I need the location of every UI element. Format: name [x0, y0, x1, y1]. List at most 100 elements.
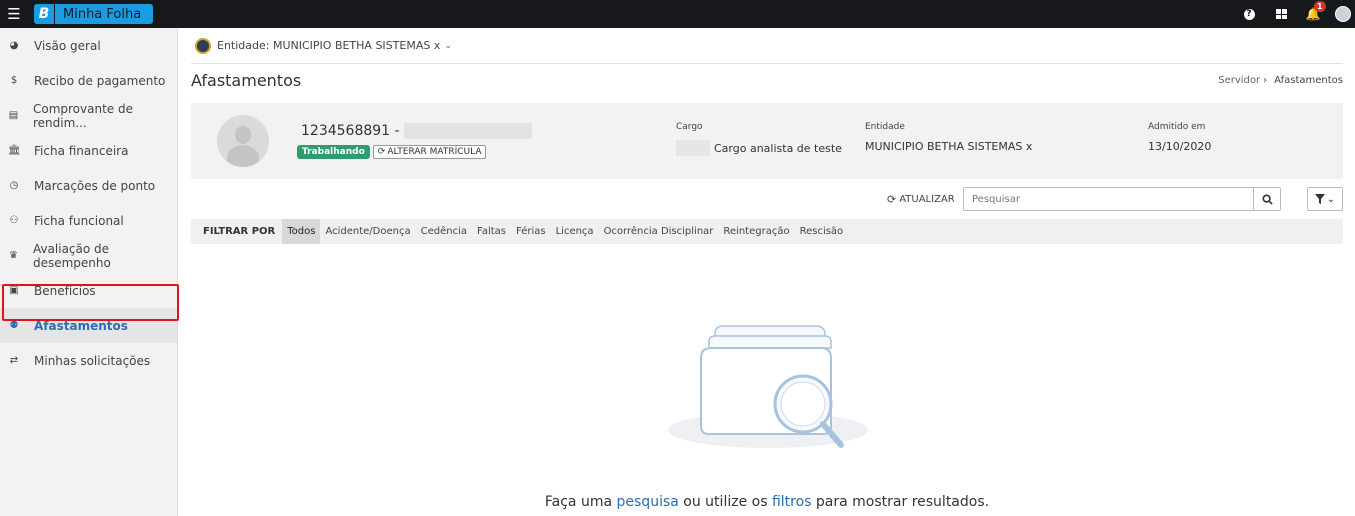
sidebar-item-label: Visão geral — [34, 38, 101, 53]
user-times-icon: ⚉ — [9, 320, 19, 331]
sidebar-item[interactable]: ▤ Comprovante de rendim... — [0, 98, 177, 133]
sidebar-item[interactable]: $ Recibo de pagamento — [0, 63, 177, 98]
servant-card: 1234568891 - Trabalhando ⟳ ALTERAR MATRÍ… — [191, 103, 1343, 179]
main-content: Entidade: MUNICIPIO BETHA SISTEMAS x ⌄ A… — [191, 28, 1343, 244]
notifications-button[interactable]: 🔔 1 — [1297, 0, 1329, 28]
servant-registration: 1234568891 - — [301, 123, 400, 139]
change-registration-button[interactable]: ⟳ ALTERAR MATRÍCULA — [372, 145, 487, 159]
search-box — [963, 187, 1281, 211]
filter-tabs: Todos Acidente/Doença Cedência Faltas Férias… — [282, 219, 848, 244]
cargo-field: Cargo Cargo analista de teste — [676, 122, 842, 156]
admitido-label: Admitido em — [1148, 122, 1206, 132]
empty-text-part: Faça uma — [544, 494, 613, 510]
app-logo[interactable]: B Minha Folha — [34, 4, 154, 24]
filter-tab[interactable]: Cedência — [416, 219, 472, 244]
filter-tab[interactable]: Férias — [511, 219, 551, 244]
chevron-down-icon: ⌄ — [1326, 193, 1336, 205]
pie-chart-icon: ◕ — [9, 40, 19, 51]
sidebar-item-label: Afastamentos — [34, 318, 128, 333]
breadcrumb-parent[interactable]: Servidor — [1218, 75, 1260, 86]
filter-tab[interactable]: Todos — [282, 219, 321, 244]
sidebar-item[interactable]: ◷ Marcações de ponto — [0, 168, 177, 203]
refresh-icon: ⟳ — [377, 147, 386, 157]
entity-logo — [195, 37, 211, 54]
filter-tab[interactable]: Ocorrência Disciplinar — [599, 219, 719, 244]
brand-letter: B — [34, 4, 54, 24]
refresh-label: ATUALIZAR — [899, 194, 955, 205]
sidebar-item-label: Benefícios — [34, 283, 96, 298]
filter-tab[interactable]: Faltas — [472, 219, 511, 244]
help-button[interactable]: ? — [1233, 0, 1265, 28]
entity-label: Entidade: MUNICIPIO BETHA SISTEMAS x — [217, 39, 441, 52]
document-icon: ▤ — [8, 110, 19, 121]
sidebar: ◕ Visão geral $ Recibo de pagamento ▤ Comprov… — [0, 28, 178, 516]
breadcrumb-current: Afastamentos — [1274, 74, 1343, 86]
topbar-actions: ? 🔔 1 — [1233, 0, 1355, 28]
search-link[interactable]: pesquisa — [617, 494, 679, 510]
redacted-cargo-code — [676, 140, 710, 156]
gift-icon: ▣ — [9, 285, 19, 296]
sidebar-item[interactable]: ♛ Avaliação de desempenho — [0, 238, 177, 273]
menu-icon[interactable]: ☰ — [0, 0, 28, 28]
filters-link[interactable]: filtros — [772, 494, 812, 510]
sidebar-item-label: Minhas solicitações — [34, 353, 151, 368]
status-badge: Trabalhando — [297, 145, 370, 159]
user-icon: ⚇ — [9, 215, 19, 226]
sidebar-menu: ◕ Visão geral $ Recibo de pagamento ▤ Comprov… — [0, 28, 177, 378]
bank-icon: 🏛 — [8, 145, 21, 156]
chevron-down-icon: ⌄ — [444, 40, 452, 51]
refresh-icon: ⟳ — [887, 193, 897, 206]
help-icon: ? — [1243, 8, 1255, 20]
filter-tab[interactable]: Licença — [551, 219, 599, 244]
sidebar-item[interactable]: ⚇ Ficha funcional — [0, 203, 177, 238]
filter-tab[interactable]: Acidente/Doença — [320, 219, 415, 244]
sidebar-item[interactable]: ▣ Benefícios — [0, 273, 177, 308]
user-avatar[interactable] — [1335, 6, 1351, 22]
sidebar-item[interactable]: ⚉ Afastamentos — [0, 308, 177, 343]
servant-id: 1234568891 - — [301, 123, 532, 139]
sidebar-item-label: Ficha financeira — [34, 143, 129, 158]
filter-by-label: FILTRAR POR — [203, 226, 276, 237]
sidebar-item-label: Recibo de pagamento — [34, 73, 166, 88]
cargo-label: Cargo — [676, 122, 703, 132]
empty-folder-search-illustration — [668, 325, 868, 448]
sidebar-item[interactable]: ⇄ Minhas solicitações — [0, 343, 177, 378]
dollar-icon: $ — [10, 75, 18, 86]
apps-grid-icon — [1275, 9, 1287, 19]
empty-text-part: ou utilize os — [683, 494, 768, 510]
trophy-icon: ♛ — [8, 250, 18, 261]
redacted-name — [403, 123, 532, 139]
top-bar: ☰ B Minha Folha ? 🔔 1 — [0, 0, 1355, 28]
filter-bar: FILTRAR POR Todos Acidente/Doença Cedência… — [191, 219, 1343, 244]
entidade-label: Entidade — [865, 122, 905, 132]
cargo-value: Cargo analista de teste — [714, 141, 842, 155]
change-registration-label: ALTERAR MATRÍCULA — [387, 147, 482, 157]
refresh-button[interactable]: ⟳ ATUALIZAR — [887, 193, 955, 206]
search-icon — [1261, 193, 1273, 205]
brand-name: Minha Folha — [55, 4, 154, 24]
entidade-value: MUNICIPIO BETHA SISTEMAS x — [865, 140, 1033, 153]
empty-text-part: para mostrar resultados. — [815, 494, 990, 510]
filter-dropdown-button[interactable]: ⌄ — [1307, 187, 1343, 211]
sidebar-item-label: Comprovante de rendim... — [32, 101, 133, 130]
filter-tab[interactable]: Reintegração — [718, 219, 794, 244]
servant-avatar — [217, 115, 269, 167]
empty-state-message: Faça uma pesquisa ou utilize os filtros … — [191, 494, 1343, 510]
sidebar-item[interactable]: ◕ Visão geral — [0, 28, 177, 63]
admitido-value: 13/10/2020 — [1148, 140, 1212, 153]
admitido-field: Admitido em 13/10/2020 — [1148, 122, 1211, 153]
filter-icon — [1314, 194, 1325, 204]
breadcrumb: Servidor › Afastamentos — [1218, 75, 1343, 86]
notification-badge: 1 — [1314, 1, 1326, 12]
search-input[interactable] — [964, 188, 1253, 210]
sidebar-item-label: Marcações de ponto — [34, 178, 156, 193]
apps-button[interactable] — [1265, 0, 1297, 28]
entity-selector[interactable]: Entidade: MUNICIPIO BETHA SISTEMAS x ⌄ — [191, 28, 1343, 64]
search-button[interactable] — [1253, 188, 1280, 210]
sidebar-item-label: Ficha funcional — [34, 213, 124, 228]
exchange-icon: ⇄ — [9, 355, 19, 366]
sidebar-item-label: Avaliação de desempenho — [32, 241, 111, 270]
filter-tab[interactable]: Rescisão — [795, 219, 849, 244]
sidebar-item[interactable]: 🏛 Ficha financeira — [0, 133, 177, 168]
chevron-right-icon: › — [1263, 74, 1268, 86]
